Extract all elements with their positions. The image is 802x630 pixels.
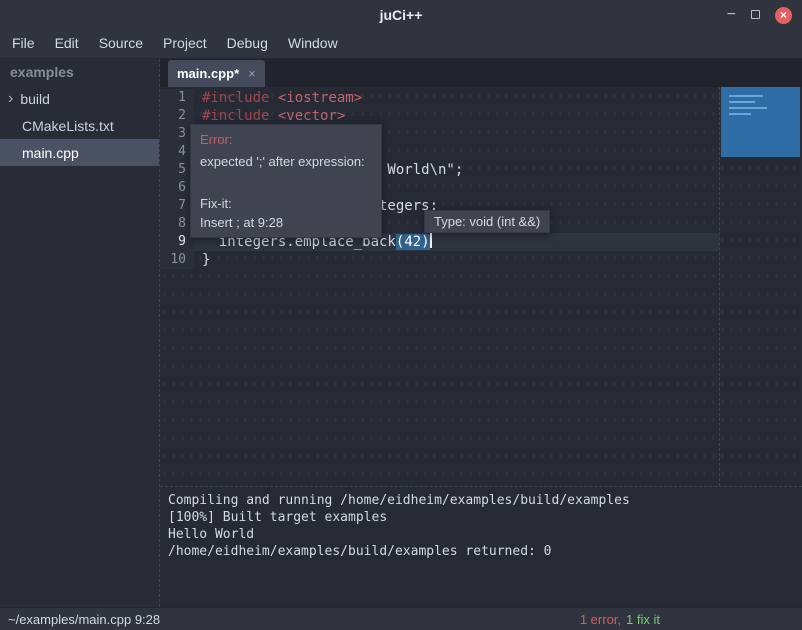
tab-label: main.cpp* <box>177 66 239 81</box>
menubar: File Edit Source Project Debug Window <box>0 30 802 59</box>
line-number: 5 <box>160 161 194 179</box>
fixit-count: 1 fix it <box>626 612 660 627</box>
code-token-header: <vector> <box>278 108 345 124</box>
line-number: 9 <box>160 233 194 251</box>
window-controls: − × <box>727 0 792 30</box>
editor-pane: main.cpp* × 1 #include <iostream> 2 #inc… <box>160 59 802 607</box>
code-token: } <box>202 252 210 268</box>
terminal-output[interactable]: Compiling and running /home/eidheim/exam… <box>160 486 802 607</box>
line-number: 6 <box>160 179 194 197</box>
line-number: 10 <box>160 251 194 269</box>
minimap-line <box>729 95 763 97</box>
code-line[interactable]: 10 } <box>160 251 719 269</box>
fixit-label: Fix-it: <box>200 196 372 211</box>
terminal-line: Compiling and running /home/eidheim/exam… <box>168 492 802 509</box>
menu-item-file[interactable]: File <box>2 30 45 58</box>
file-tree-sidebar: examples › build CMakeLists.txt main.cpp <box>0 59 160 607</box>
menu-item-source[interactable]: Source <box>89 30 153 58</box>
code-token-directive: #include <box>202 108 278 124</box>
line-number: 7 <box>160 197 194 215</box>
app-window: juCi++ − × File Edit Source Project Debu… <box>0 0 802 630</box>
error-count: 1 error, <box>580 612 621 627</box>
close-button[interactable]: × <box>775 7 792 24</box>
code-token-directive: #include <box>202 90 278 106</box>
status-bar: ~/examples/main.cpp 9:28 1 error, 1 fix i… <box>0 607 802 630</box>
status-file-position: ~/examples/main.cpp 9:28 <box>0 612 160 627</box>
minimap-column <box>720 87 802 486</box>
line-number: 8 <box>160 215 194 233</box>
minimap-line <box>729 101 755 103</box>
diagnostic-tooltip: Error: expected ';' after expression: Fi… <box>190 124 382 238</box>
editor: 1 #include <iostream> 2 #include <vector… <box>160 87 802 486</box>
titlebar[interactable]: juCi++ − × <box>0 0 802 30</box>
chevron-right-icon: › <box>8 91 13 107</box>
maximize-icon <box>751 10 760 19</box>
tab-bar: main.cpp* × <box>160 59 802 87</box>
terminal-line: [100%] Built target examples <box>168 509 802 526</box>
tree-item-label: main.cpp <box>22 145 79 161</box>
code-line[interactable]: 1 #include <iostream> <box>160 89 719 107</box>
error-message: expected ';' after expression: <box>200 154 372 169</box>
tab-main-cpp[interactable]: main.cpp* × <box>168 60 265 87</box>
maximize-button[interactable] <box>751 6 760 24</box>
error-label: Error: <box>200 132 372 147</box>
code-token-close-paren: ) <box>421 234 429 250</box>
minimize-button[interactable]: − <box>727 7 736 23</box>
close-icon: × <box>780 9 787 21</box>
fixit-message: Insert ; at 9:28 <box>200 215 372 230</box>
project-name: examples <box>0 59 159 85</box>
terminal-line: Hello World <box>168 526 802 543</box>
minimap[interactable] <box>721 87 800 157</box>
tab-close-icon[interactable]: × <box>248 66 256 81</box>
line-number: 3 <box>160 125 194 143</box>
tree-item-cmakelists[interactable]: CMakeLists.txt <box>0 112 159 139</box>
tree-item-label: CMakeLists.txt <box>22 118 114 134</box>
type-tooltip: Type: void (int &&) <box>424 210 550 233</box>
terminal-line: /home/eidheim/examples/build/examples re… <box>168 543 802 560</box>
minimap-line <box>729 107 767 109</box>
line-number: 4 <box>160 143 194 161</box>
menu-item-edit[interactable]: Edit <box>45 30 89 58</box>
window-title: juCi++ <box>380 7 423 23</box>
main-area: examples › build CMakeLists.txt main.cpp… <box>0 59 802 607</box>
code-line[interactable]: 2 #include <vector> <box>160 107 719 125</box>
tree-item-label: build <box>20 91 50 107</box>
menu-item-window[interactable]: Window <box>278 30 348 58</box>
tree-item-main-cpp[interactable]: main.cpp <box>0 139 159 166</box>
code-token-argument: 42 <box>404 234 421 250</box>
minimap-line <box>729 113 751 115</box>
status-diagnostics: 1 error, 1 fix it <box>580 612 660 627</box>
tree-item-build[interactable]: › build <box>0 85 159 112</box>
code-token-header: <iostream> <box>278 90 362 106</box>
code-line-text: } <box>194 251 719 269</box>
menu-item-project[interactable]: Project <box>153 30 217 58</box>
text-cursor <box>430 233 432 248</box>
menu-item-debug[interactable]: Debug <box>217 30 278 58</box>
line-number: 1 <box>160 89 194 107</box>
code-line-text: #include <iostream> <box>194 89 719 107</box>
code-line-text: #include <vector> <box>194 107 719 125</box>
line-number: 2 <box>160 107 194 125</box>
code-area[interactable]: 1 #include <iostream> 2 #include <vector… <box>160 87 720 486</box>
